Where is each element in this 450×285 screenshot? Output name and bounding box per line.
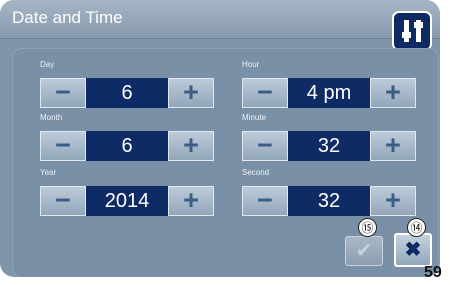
minute-stepper: − 32 + [242,131,416,161]
hour-label: Hour [242,60,260,69]
hour-value: 4 pm [306,82,352,104]
settings-button[interactable] [392,11,432,51]
month-increment-button[interactable]: + [168,131,214,161]
settings-sliders-icon [402,20,423,42]
month-value: 6 [121,135,133,157]
year-increment-button[interactable]: + [168,186,214,216]
second-label: Second [242,168,270,177]
second-value: 32 [317,190,341,212]
day-increment-button[interactable]: + [168,78,214,108]
check-icon: ✔ [355,240,373,262]
day-value: 6 [121,82,133,104]
month-label: Month [40,113,63,122]
page-number: 59 [424,264,442,281]
second-stepper: − 32 + [242,186,416,216]
day-label: Day [40,60,55,69]
minute-increment-button[interactable]: + [370,131,416,161]
hour-increment-button[interactable]: + [370,78,416,108]
callout-15: ⑮ [358,218,377,237]
minute-label: Minute [242,113,267,122]
month-decrement-button[interactable]: − [40,131,86,161]
year-label: Year [40,168,57,177]
day-decrement-button[interactable]: − [40,78,86,108]
title-bar: Date and Time [0,0,440,39]
hour-decrement-button[interactable]: − [242,78,288,108]
close-icon: ✖ [404,239,422,261]
minute-value: 32 [317,135,341,157]
callout-14: ⑭ [407,218,426,237]
second-increment-button[interactable]: + [370,186,416,216]
confirm-button[interactable]: ✔ [345,236,383,266]
year-stepper: − 2014 + [40,186,214,216]
page-title: Date and Time [12,8,123,27]
second-decrement-button[interactable]: − [242,186,288,216]
cancel-button[interactable]: ✖ [394,233,432,267]
year-value: 2014 [104,190,150,212]
month-stepper: − 6 + [40,131,214,161]
year-decrement-button[interactable]: − [40,186,86,216]
hour-stepper: − 4 pm + [242,78,416,108]
day-stepper: − 6 + [40,78,214,108]
minute-decrement-button[interactable]: − [242,131,288,161]
